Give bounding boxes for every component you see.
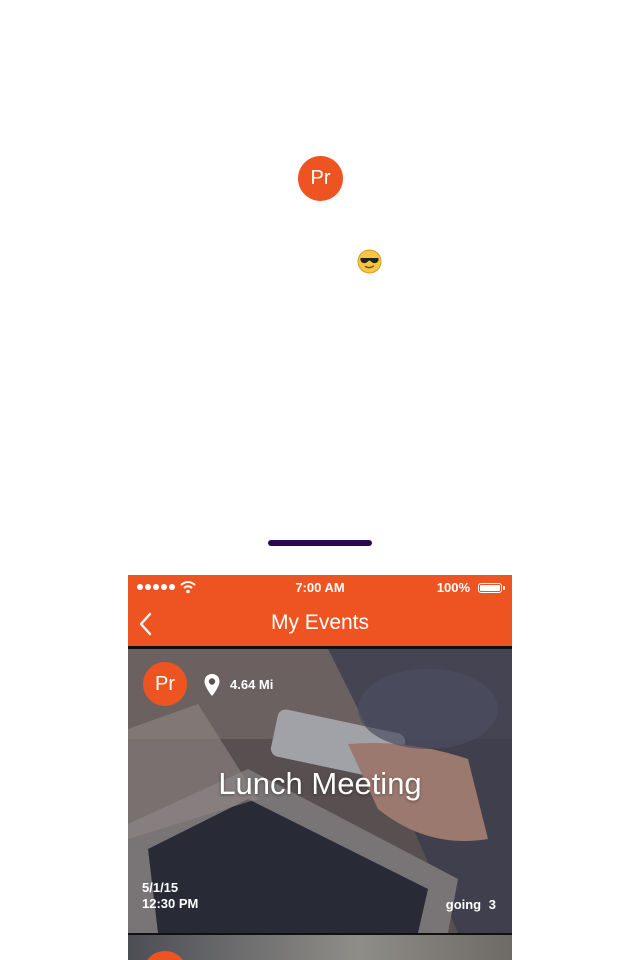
app-logo-badge: Pr: [298, 156, 343, 201]
status-bar: 7:00 AM 100%: [128, 575, 512, 601]
event-avatar: Pr: [143, 662, 187, 706]
section-divider: [268, 540, 372, 546]
nav-title: My Events: [270, 611, 370, 634]
sunglasses-emoji-icon: [357, 249, 382, 274]
event-card-next[interactable]: [128, 935, 512, 960]
battery-icon: [478, 583, 505, 593]
event-distance: 4.64 Mi: [230, 677, 274, 692]
event-avatar-next: [143, 951, 187, 960]
going-count-label: going 3: [446, 897, 496, 912]
phone-screen: 7:00 AM 100% My Events Pr 4.64 Mi Lunch …: [128, 575, 512, 960]
battery-percent: 100%: [436, 580, 470, 595]
event-avatar-text: Pr: [155, 672, 175, 695]
event-date: 5/1/15: [142, 880, 179, 895]
event-time: 12:30 PM: [142, 896, 199, 911]
event-title: Lunch Meeting: [218, 766, 422, 801]
location-pin-icon: [204, 674, 220, 696]
logo-text: Pr: [310, 167, 331, 189]
nav-bar: My Events: [128, 601, 512, 646]
event-card[interactable]: Pr 4.64 Mi Lunch Meeting 5/1/15 12:30 PM…: [128, 649, 512, 933]
going-label: going: [445, 897, 482, 912]
going-count: 3: [488, 897, 496, 912]
